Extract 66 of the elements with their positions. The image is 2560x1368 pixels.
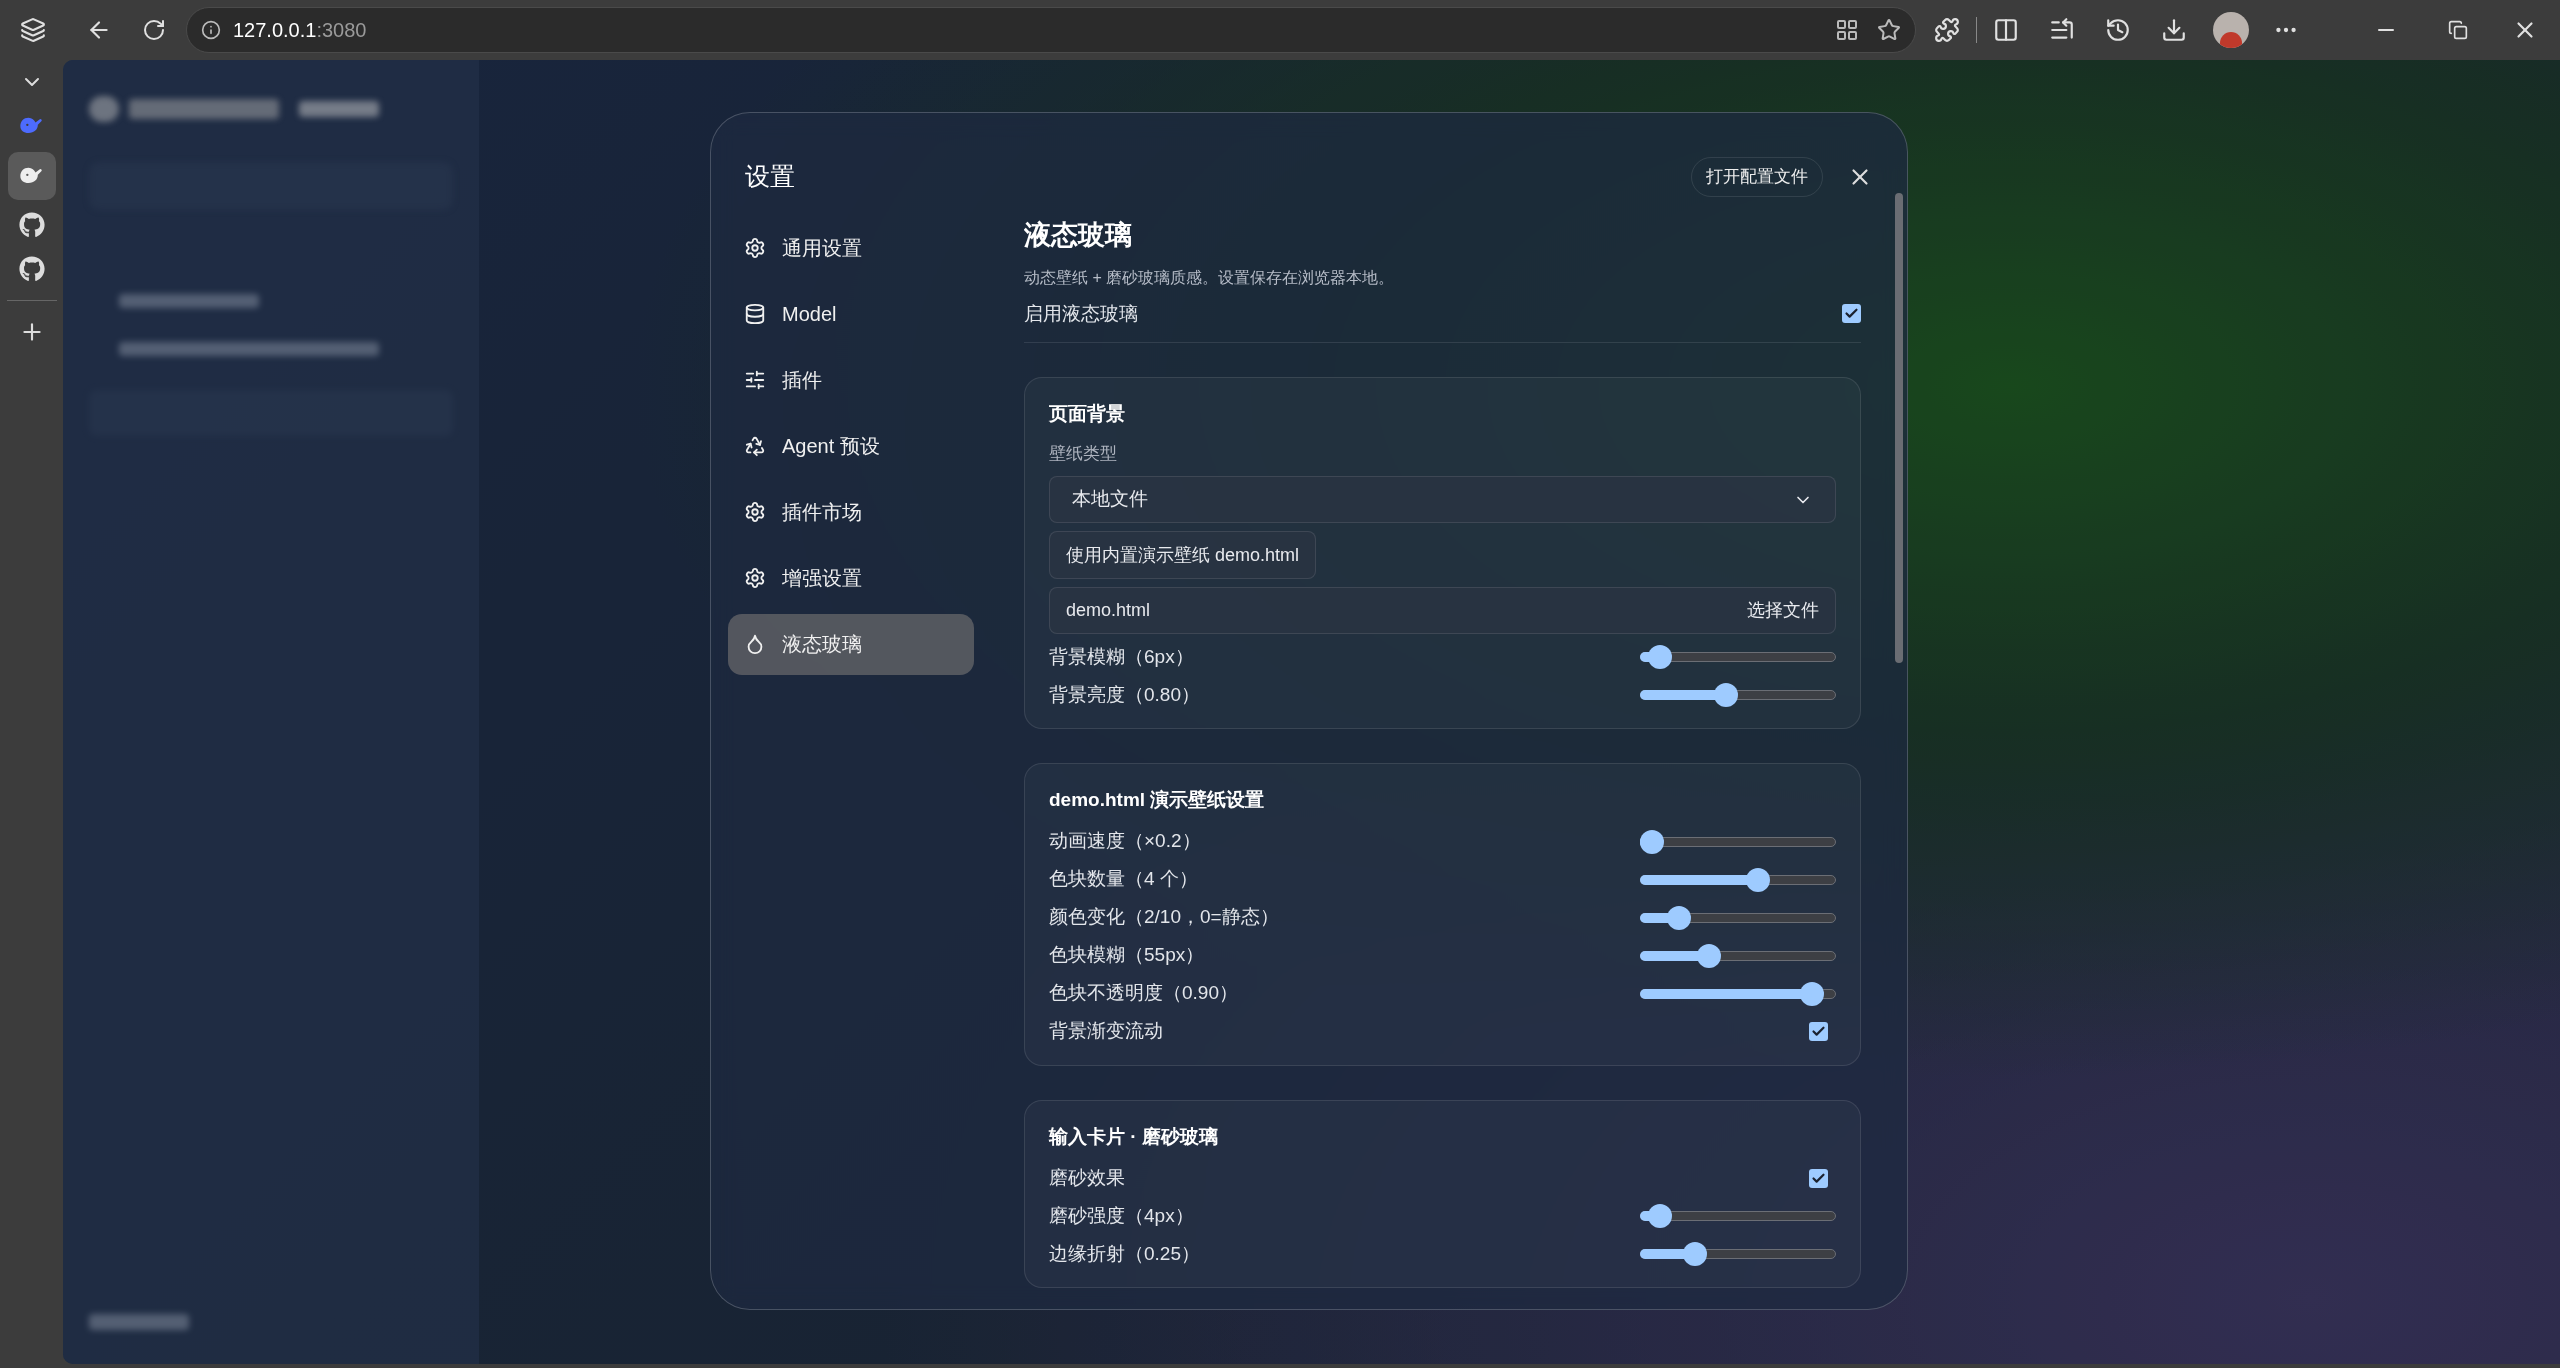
add-app-icon[interactable] <box>1835 18 1859 42</box>
card-title: demo.html 演示壁纸设置 <box>1049 788 1266 812</box>
nav-item[interactable]: 液态玻璃 <box>728 613 974 675</box>
nav-item[interactable]: 通用设置 <box>728 217 974 279</box>
slider-label: 背景模糊（6px） <box>1049 644 1194 669</box>
slider-track[interactable] <box>1640 683 1836 707</box>
slider-track[interactable] <box>1640 829 1836 854</box>
slider-track[interactable] <box>1640 981 1836 1006</box>
field-label: 壁纸类型 <box>1049 442 1118 465</box>
restore-icon[interactable] <box>2448 20 2468 40</box>
sliders-icon <box>744 369 766 391</box>
slider-label: 磨砂强度（4px） <box>1049 1203 1194 1228</box>
slider-thumb[interactable] <box>1640 829 1664 854</box>
tabs-icon[interactable] <box>20 17 46 43</box>
split-screen-icon[interactable] <box>1993 17 2019 43</box>
nav-item[interactable]: Agent 预设 <box>728 415 974 477</box>
gear-icon <box>744 237 766 259</box>
info-icon[interactable] <box>201 20 221 40</box>
checkbox[interactable] <box>1809 1022 1828 1041</box>
github-icon[interactable] <box>18 256 45 282</box>
reload-icon[interactable] <box>142 18 166 42</box>
slider-track[interactable] <box>1640 943 1836 968</box>
choose-file-button[interactable]: 选择文件 <box>1747 597 1819 624</box>
file-name: demo.html <box>1066 599 1151 622</box>
section-description: 动态壁纸 + 磨砂玻璃质感。设置保存在浏览器本地。 <box>1024 267 1396 288</box>
gear-icon <box>744 501 766 523</box>
demo-wallpaper-button[interactable]: 使用内置演示壁纸 demo.html <box>1049 531 1317 579</box>
slider-label: 色块不透明度（0.90） <box>1049 981 1238 1006</box>
checkbox-label: 启用液态玻璃 <box>1024 301 1138 326</box>
dialog-title: 设置 <box>745 161 795 193</box>
scrollbar[interactable] <box>1895 193 1903 663</box>
database-icon <box>744 303 766 325</box>
file-field[interactable]: demo.html 选择文件 <box>1049 587 1836 634</box>
nav-item[interactable]: Model <box>728 283 974 345</box>
profile-avatar[interactable] <box>2213 12 2249 48</box>
card-title: 输入卡片 · 磨砂玻璃 <box>1049 1124 1219 1149</box>
slider-label: 边缘折射（0.25） <box>1049 1241 1200 1266</box>
slider-label: 色块数量（4 个） <box>1049 867 1198 892</box>
history-icon[interactable] <box>2105 17 2131 43</box>
star-icon[interactable] <box>1877 18 1901 42</box>
slider-track[interactable] <box>1640 1242 1836 1266</box>
checkbox-label: 磨砂效果 <box>1049 1165 1125 1190</box>
slider-label: 颜色变化（2/10，0=静态） <box>1049 905 1279 930</box>
slider-label: 动画速度（×0.2） <box>1049 829 1201 854</box>
section-title: 液态玻璃 <box>1024 219 1133 252</box>
nav-item[interactable]: 插件市场 <box>728 481 974 543</box>
extensions-icon[interactable] <box>1934 17 1960 43</box>
checkbox[interactable] <box>1842 304 1861 324</box>
wallpaper-type-select[interactable]: 本地文件 <box>1049 476 1836 523</box>
nav-item[interactable]: 插件 <box>728 349 974 411</box>
card-title: 页面背景 <box>1049 402 1126 426</box>
checkbox-label: 背景渐变流动 <box>1049 1019 1163 1044</box>
github-icon[interactable] <box>18 212 45 238</box>
address-bar[interactable]: 127.0.0.1:3080 <box>186 7 1916 53</box>
url-text: 127.0.0.1:3080 <box>233 18 367 43</box>
slider-track[interactable] <box>1640 905 1836 930</box>
slider-label: 色块模糊（55px） <box>1049 943 1205 968</box>
checkbox[interactable] <box>1809 1168 1828 1188</box>
slider-track[interactable] <box>1640 645 1836 669</box>
recycle-icon <box>744 435 766 457</box>
slider-label: 背景亮度（0.80） <box>1049 682 1200 707</box>
download-icon[interactable] <box>2161 17 2187 43</box>
gear-icon <box>744 567 766 589</box>
slider-track[interactable] <box>1640 867 1836 892</box>
slider-track[interactable] <box>1640 1204 1836 1228</box>
nav-item[interactable]: 增强设置 <box>728 547 974 609</box>
